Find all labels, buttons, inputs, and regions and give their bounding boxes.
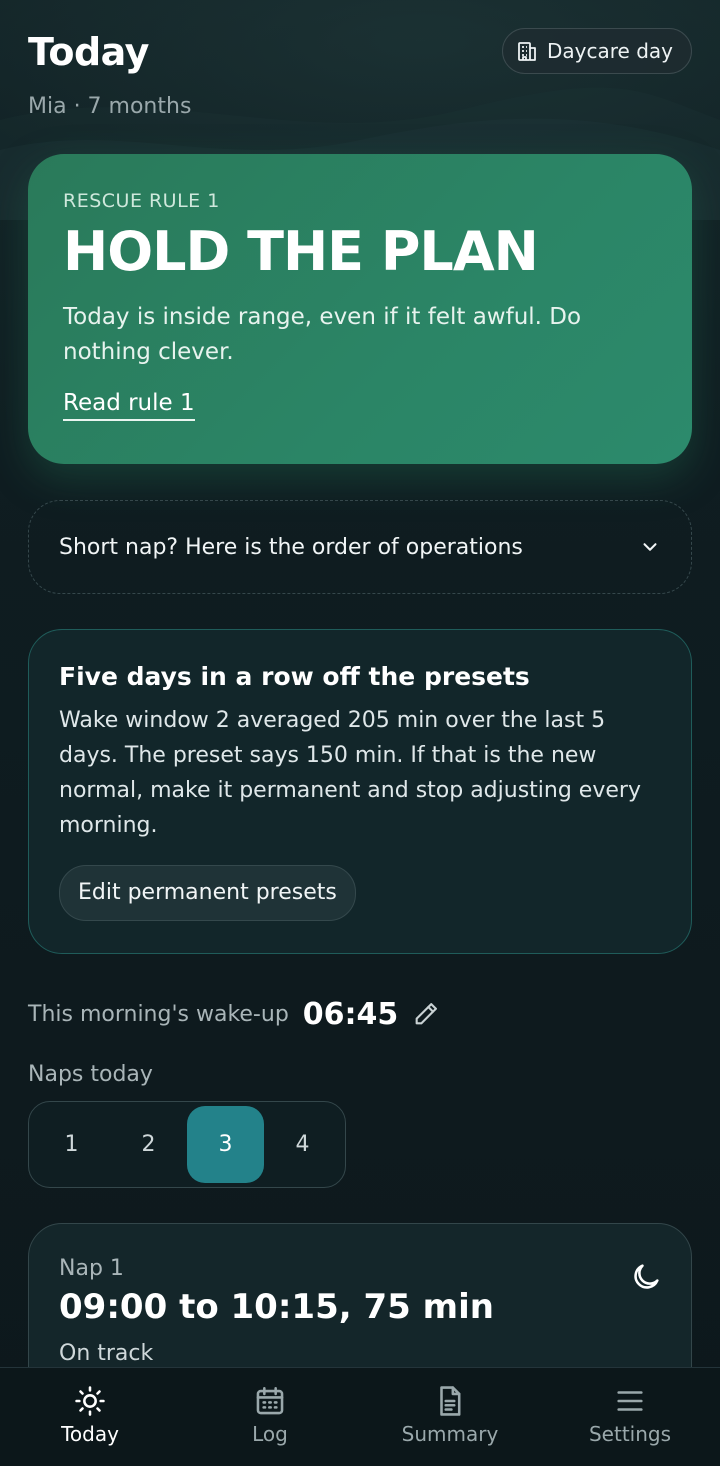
- rescue-rule-kicker: RESCUE RULE 1: [63, 190, 220, 212]
- child-subtitle: Mia · 7 months: [28, 94, 192, 119]
- nap-status: On track: [59, 1341, 154, 1366]
- nav-label-today: Today: [61, 1422, 119, 1446]
- nav-label-settings: Settings: [588, 1422, 672, 1446]
- nav-label-summary: Summary: [401, 1422, 499, 1446]
- naps-count-selector: 1 2 3 4: [28, 1101, 346, 1188]
- nav-item-log[interactable]: Log: [180, 1368, 360, 1466]
- edit-presets-button[interactable]: Edit permanent presets: [59, 865, 356, 921]
- naps-today-label: Naps today: [28, 1062, 153, 1087]
- wake-up-label: This morning's wake-up: [28, 1001, 289, 1027]
- nav-item-summary[interactable]: Summary: [360, 1368, 540, 1466]
- nav-label-log: Log: [252, 1422, 288, 1446]
- naps-option-3[interactable]: 3: [187, 1106, 264, 1183]
- chevron-down-icon: [643, 543, 657, 551]
- sun-icon: [75, 1386, 105, 1416]
- preset-insight-card: Five days in a row off the presets Wake …: [28, 629, 692, 954]
- bottom-navigation: Today Log Summary Settings: [0, 1367, 720, 1466]
- nap-label: Nap 1: [59, 1256, 124, 1281]
- daycare-day-button[interactable]: Daycare day: [502, 28, 692, 74]
- nap-time-range: 09:00 to 10:15, 75 min: [59, 1287, 494, 1327]
- nav-item-settings[interactable]: Settings: [540, 1368, 720, 1466]
- rescue-rule-body: Today is inside range, even if it felt a…: [63, 304, 582, 365]
- naps-option-2[interactable]: 2: [110, 1106, 187, 1183]
- insight-title: Five days in a row off the presets: [59, 662, 530, 691]
- wake-up-row: This morning's wake-up 06:45: [28, 994, 440, 1034]
- naps-option-4[interactable]: 4: [264, 1106, 341, 1183]
- insight-body: Wake window 2 averaged 205 min over the …: [59, 708, 641, 838]
- calendar-icon: [256, 1386, 284, 1415]
- today-screen: Today Mia · 7 months Daycare day RESCUE …: [0, 0, 720, 1466]
- pencil-icon[interactable]: [412, 1000, 440, 1028]
- rescue-rule-card: RESCUE RULE 1 HOLD THE PLAN Today is ins…: [28, 154, 692, 464]
- short-nap-accordion-label: Short nap? Here is the order of operatio…: [59, 534, 523, 560]
- daycare-day-label: Daycare day: [547, 39, 673, 63]
- read-rule-link[interactable]: Read rule 1: [63, 390, 195, 421]
- naps-option-1[interactable]: 1: [33, 1106, 110, 1183]
- moon-icon: [634, 1264, 659, 1289]
- nav-item-today[interactable]: Today: [0, 1368, 180, 1466]
- short-nap-accordion[interactable]: Short nap? Here is the order of operatio…: [28, 500, 692, 594]
- building-icon: [518, 42, 536, 61]
- page-title: Today: [28, 30, 149, 74]
- rescue-rule-headline: HOLD THE PLAN: [63, 220, 539, 283]
- menu-icon: [617, 1391, 643, 1411]
- wake-up-time[interactable]: 06:45: [303, 997, 399, 1032]
- document-icon: [440, 1386, 461, 1416]
